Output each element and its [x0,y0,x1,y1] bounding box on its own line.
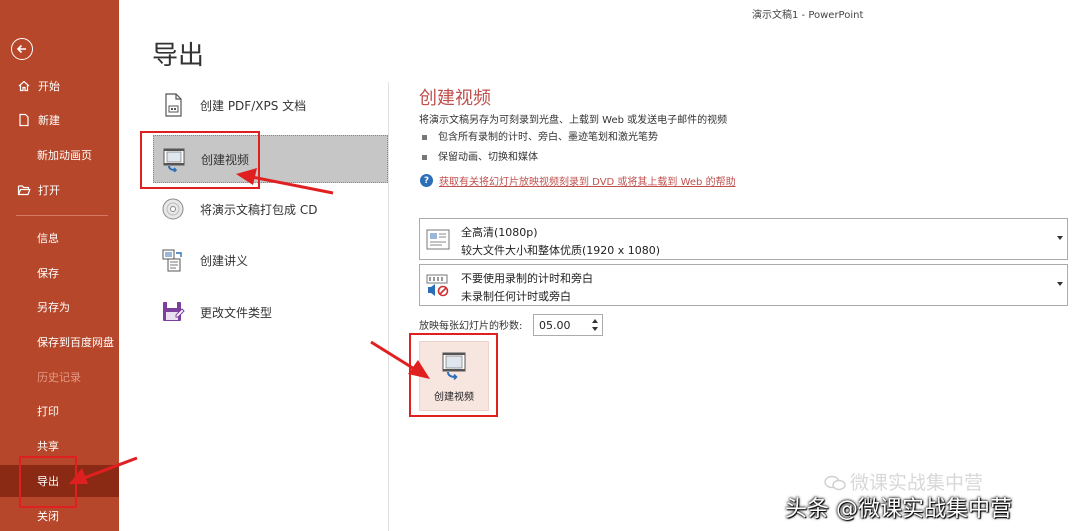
export-option-create-video[interactable]: 创建视频 [153,135,388,183]
sidebar-item-print[interactable]: 打印 [0,397,119,425]
folder-open-icon [17,183,31,197]
backstage-sidebar: 开始 新建 新加动画页 打开 信息 保存 另存为 保存到百度网盘 历史记录 打印… [0,0,119,531]
export-option-create-handouts[interactable]: 创建讲义 [153,236,388,284]
back-button[interactable] [11,38,33,60]
sidebar-item-new-animation-page[interactable]: 新加动画页 [0,141,119,169]
handout-icon [160,247,186,273]
no-narration-icon [426,274,450,298]
pdf-document-icon [160,92,186,118]
export-option-create-pdf[interactable]: 创建 PDF/XPS 文档 [153,81,388,129]
seconds-per-slide-value: 05.00 [539,319,571,332]
sidebar-item-label: 保存到百度网盘 [37,336,114,349]
sidebar-item-label: 新加动画页 [37,149,92,162]
panel-title: 创建视频 [419,88,491,109]
sidebar-item-label: 打开 [38,184,60,197]
cd-icon [160,196,186,222]
sidebar-item-label: 另存为 [37,301,70,314]
chevron-down-icon [1057,236,1063,240]
video-quality-description: 较大文件大小和整体优质(1920 x 1080) [461,244,661,257]
export-option-label: 将演示文稿打包成 CD [200,202,318,217]
wechat-icon [824,474,846,490]
sidebar-item-save[interactable]: 保存 [0,259,119,287]
panel-bullet: 保留动画、切换和媒体 [422,148,538,163]
sidebar-item-save-to-baidu[interactable]: 保存到百度网盘 [0,328,119,356]
sidebar-item-label: 关闭 [37,510,59,523]
sidebar-item-label: 信息 [37,232,59,245]
panel-description: 将演示文稿另存为可刻录到光盘、上载到 Web 或发送电子邮件的视频 [419,115,728,126]
export-option-label: 创建讲义 [200,253,249,268]
watermark-author: 头条 @微课实战集中营 [785,497,1012,522]
video-quality-value: 全高清(1080p) [461,226,538,239]
timing-narration-description: 未录制任何计时或旁白 [461,290,571,303]
sidebar-item-label: 共享 [37,440,59,453]
sidebar-item-label: 开始 [38,80,60,93]
spin-down-icon[interactable] [592,327,598,331]
page-title: 导出 [152,41,205,71]
save-file-type-icon [160,299,186,325]
sidebar-item-open[interactable]: 打开 [0,176,119,204]
sidebar-item-label: 新建 [38,114,60,127]
export-option-label: 创建视频 [201,152,250,167]
seconds-per-slide-label: 放映每张幻灯片的秒数: [419,321,523,332]
video-quality-dropdown[interactable]: 全高清(1080p) 较大文件大小和整体优质(1920 x 1080) [419,218,1068,260]
sidebar-item-new[interactable]: 新建 [0,106,119,134]
create-video-button-label: 创建视频 [434,391,474,403]
export-option-label: 更改文件类型 [200,305,273,320]
new-file-icon [17,113,31,127]
sidebar-item-save-as[interactable]: 另存为 [0,293,119,321]
sidebar-divider [16,215,108,216]
seconds-per-slide-stepper[interactable]: 05.00 [533,314,603,336]
spin-up-icon[interactable] [592,319,598,323]
export-option-change-file-type[interactable]: 更改文件类型 [153,288,388,336]
sidebar-item-home[interactable]: 开始 [0,72,119,100]
sidebar-item-close[interactable]: 关闭 [0,502,119,530]
help-link[interactable]: 获取有关将幻灯片放映视频刻录到 DVD 或将其上载到 Web 的帮助 [439,173,736,188]
help-icon: ? [420,174,433,187]
create-video-button[interactable]: 创建视频 [419,341,489,411]
timing-narration-value: 不要使用录制的计时和旁白 [461,272,593,285]
chevron-down-icon [1057,282,1063,286]
presentation-quality-icon [426,228,450,252]
sidebar-item-share[interactable]: 共享 [0,432,119,460]
help-link-row: ? 获取有关将幻灯片放映视频刻录到 DVD 或将其上载到 Web 的帮助 [420,173,736,188]
back-arrow-icon [16,44,26,54]
window-title: 演示文稿1 - PowerPoint [752,10,864,21]
sidebar-item-label: 保存 [37,267,59,280]
sidebar-item-export[interactable]: 导出 [0,465,119,497]
panel-bullet: 包含所有录制的计时、旁白、墨迹笔划和激光笔势 [422,128,658,143]
video-icon [161,146,187,172]
sidebar-item-label: 导出 [37,475,59,488]
sidebar-item-info[interactable]: 信息 [0,224,119,252]
sidebar-item-history: 历史记录 [0,363,119,391]
export-option-package-cd[interactable]: 将演示文稿打包成 CD [153,185,388,233]
video-icon [439,350,469,380]
timing-narration-dropdown[interactable]: 不要使用录制的计时和旁白 未录制任何计时或旁白 [419,264,1068,306]
export-option-label: 创建 PDF/XPS 文档 [200,98,307,113]
sidebar-item-label: 历史记录 [37,371,81,384]
panel-divider [388,82,389,531]
sidebar-item-label: 打印 [37,405,59,418]
home-icon [17,79,31,93]
